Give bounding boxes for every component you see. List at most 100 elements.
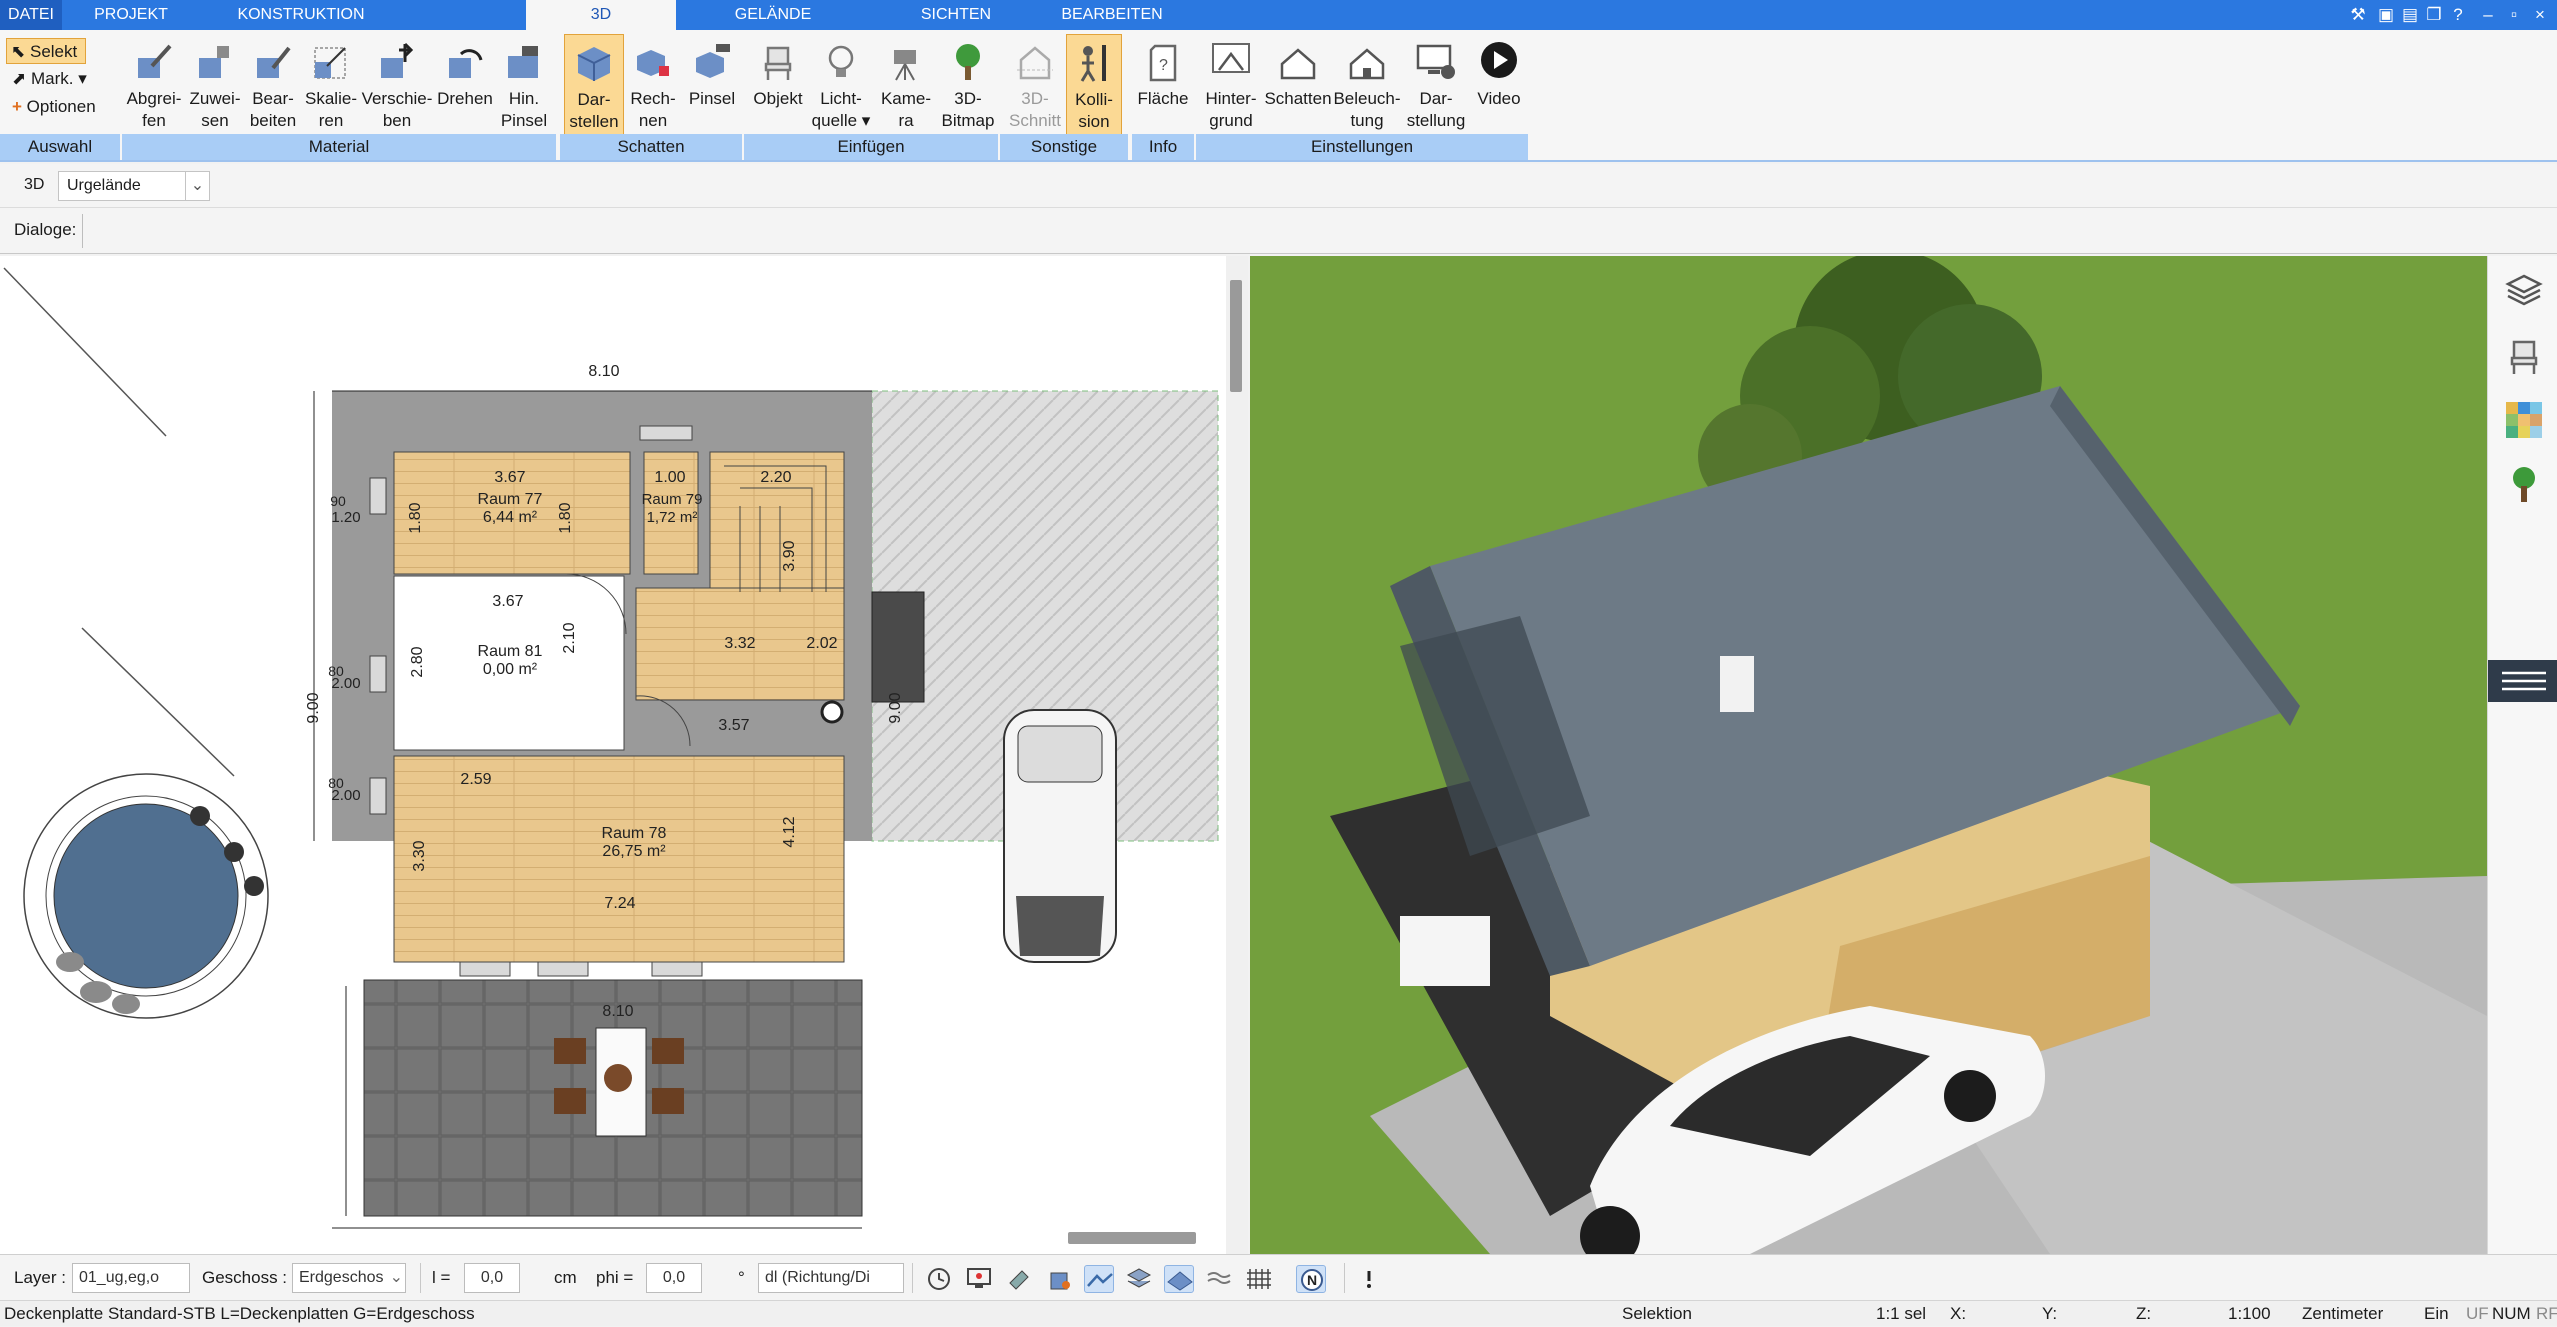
chevron-down-icon: ⌄ [185,172,209,200]
tab-sichten[interactable]: SICHTEN [886,0,1026,30]
close-icon[interactable]: × [2528,3,2552,27]
move-icon [381,42,414,78]
room-78-name: Raum 78 [602,825,667,842]
terrain-select[interactable]: Urgelände ⌄ [58,171,210,201]
status-message: Deckenplatte Standard-STB L=Deckenplatte… [4,1304,475,1323]
furniture-icon[interactable] [2504,336,2544,376]
room-79-name: Raum 79 [642,491,703,508]
dim-r78-height-2: 4.12 [781,816,798,847]
print-icon[interactable]: ▤ [2398,3,2422,27]
edit-icon [257,46,291,78]
options-button[interactable]: + Optionen [12,94,96,120]
insert-3d-bitmap-button[interactable]: 3D- Bitmap [938,34,998,140]
3d-render[interactable] [1250,256,2487,1254]
terrain-view-icon[interactable] [1084,1265,1114,1293]
status-mode: Selektion [1622,1304,1692,1323]
mark-button[interactable]: ⬈ Mark. ▾ [12,66,87,92]
tools-icon[interactable]: ⚒ [2346,3,2370,27]
materials-icon[interactable] [2504,400,2544,440]
hint-brush-button[interactable]: Hin. Pinsel [496,34,552,140]
north-icon[interactable]: N [1296,1265,1326,1293]
status-num: NUM [2492,1304,2531,1323]
lighting-button[interactable]: Beleuch-tung [1332,34,1402,140]
svg-text:?: ? [1159,57,1168,74]
compute-shadow-button[interactable]: Rech-nen [624,34,682,140]
tab-konstruktion[interactable]: KONSTRUKTION [196,0,406,30]
grid-icon[interactable] [1244,1265,1274,1293]
dim-stair-height: 3.90 [781,540,798,571]
horizontal-scrollbar[interactable] [1068,1232,1196,1244]
area-info-button[interactable]: ? Fläche [1134,34,1192,140]
insert-object-button[interactable]: Objekt [748,34,808,140]
plane-icon[interactable] [1164,1265,1194,1293]
assign-material-button[interactable]: Zuwei-sen [186,34,244,140]
shadow-brush-button[interactable]: Pinsel [682,34,742,140]
more-options-icon[interactable] [1354,1265,1384,1293]
move-material-button[interactable]: Verschie-ben [360,34,434,140]
save-icon[interactable]: ▣ [2374,3,2398,27]
dim-right-height: 9.00 [887,692,904,723]
background-button[interactable]: Hinter-grund [1198,34,1264,140]
house-shadow-icon [1280,48,1316,80]
pick-material-button[interactable]: Abgrei-fen [122,34,186,140]
dim-window-3: 1.20 [331,509,360,526]
select-button[interactable]: ⬉ Selekt [6,38,86,64]
group-sonstige: Sonstige [1000,134,1128,160]
show-shadow-button[interactable]: Dar-stellen [564,34,624,140]
lightbulb-icon [828,45,854,77]
dim-hall-width: 3.57 [718,717,749,734]
scroll-thumb[interactable] [1230,280,1242,392]
group-material: Material [122,134,556,160]
tab-gelaende[interactable]: GELÄNDE [690,0,856,30]
3d-section-button[interactable]: 3D- Schnitt [1004,34,1066,140]
group-einstellungen: Einstellungen [1196,134,1528,160]
dim-r81-width: 3.67 [492,593,523,610]
video-button[interactable]: Video [1470,34,1528,140]
paint-icon[interactable] [1004,1265,1034,1293]
help-icon[interactable]: ? [2446,3,2470,27]
cube-compute-icon [637,50,669,76]
dim-door-2: 80 [328,775,344,791]
tab-projekt[interactable]: PROJEKT [70,0,192,30]
tab-3d[interactable]: 3D [526,0,676,30]
restore-icon[interactable]: ▫ [2502,3,2526,27]
plant-icon[interactable] [2504,464,2544,504]
tab-bearbeiten[interactable]: BEARBEITEN [1040,0,1184,30]
water-icon[interactable] [1204,1265,1234,1293]
menu-toggle-button[interactable] [2488,660,2557,702]
floor-plan-view[interactable]: 8.10 8.10 9.00 9.00 3.67 Raum 77 6,44 m²… [0,256,1248,1254]
minimize-icon[interactable]: – [2476,3,2500,27]
length-input[interactable]: 0,0 [464,1263,520,1293]
shadow-settings-button[interactable]: Schatten [1264,34,1332,140]
monitor-icon[interactable] [964,1265,994,1293]
direction-select[interactable]: dl (Richtung/Di [758,1263,904,1293]
layers-stack-icon[interactable] [1124,1265,1154,1293]
divider [420,1263,421,1293]
dim-hall-height: 2.02 [806,635,837,652]
floor-select[interactable]: Erdgeschos ⌄ [292,1263,406,1293]
tab-datei[interactable]: DATEI [0,0,62,30]
window-icon[interactable]: ❐ [2422,3,2446,27]
display-settings-button[interactable]: Dar-stellung [1402,34,1470,140]
collision-button[interactable]: Kolli-sion [1066,34,1122,140]
ribbon: ⬉ Selekt ⬈ Mark. ▾ + Optionen Auswahl Ab… [0,30,2557,162]
dim-r81-height-2: 2.10 [561,622,578,653]
bucket-icon[interactable] [1044,1265,1074,1293]
floor-plan-canvas[interactable]: 8.10 8.10 9.00 9.00 3.67 Raum 77 6,44 m²… [0,256,1226,1254]
scale-material-button[interactable]: Skalie-ren [302,34,360,140]
layer-select[interactable]: 01_ug,eg,o [72,1263,190,1293]
edit-material-button[interactable]: Bear-beiten [244,34,302,140]
phi-input[interactable]: 0,0 [646,1263,702,1293]
3d-view[interactable] [1250,256,2487,1254]
rotate-material-button[interactable]: Drehen [434,34,496,140]
assign-icon [199,46,229,78]
insert-camera-button[interactable]: Kame-ra [874,34,938,140]
insert-light-button[interactable]: Licht-quelle ▾ [808,34,874,140]
dim-r78-height: 3.30 [411,840,428,871]
clock-icon[interactable] [924,1265,954,1293]
dim-r77-height: 1.80 [407,502,424,533]
brush-icon [508,46,538,78]
vertical-scrollbar[interactable] [1226,256,1248,1254]
degree-unit: ° [738,1268,745,1287]
layers-icon[interactable] [2504,270,2544,310]
